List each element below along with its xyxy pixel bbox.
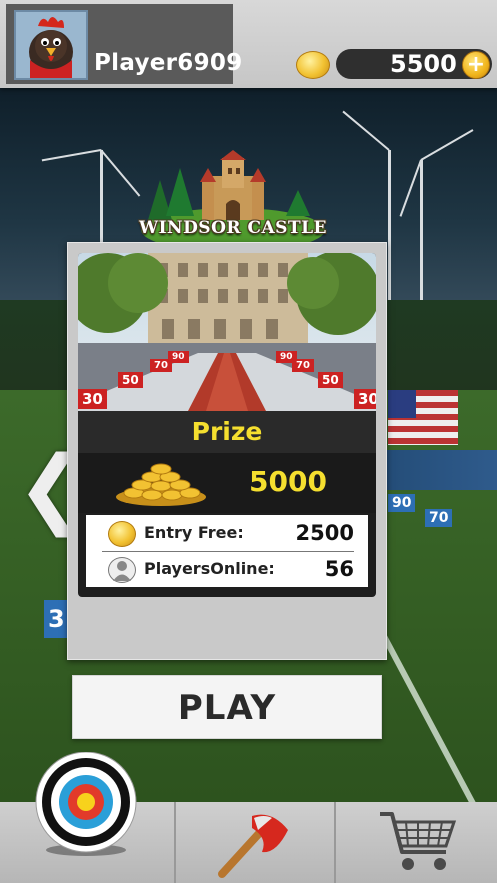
chevron-left-icon[interactable]: ❮ — [16, 440, 88, 536]
players-online-value: 56 — [324, 557, 354, 581]
lane-marker: 30 — [354, 389, 376, 409]
nav-item-shop[interactable] — [336, 802, 497, 883]
flag — [388, 390, 458, 445]
coin-balance: 5500 — [390, 50, 457, 78]
prize-header: Prize — [78, 411, 376, 453]
card-content: 30 50 70 90 90 70 50 30 Prize 5000 Entry… — [78, 253, 376, 597]
field-marker: 3 — [44, 600, 69, 638]
entry-fee-label: Entry Free: — [144, 523, 244, 542]
gold-coin-icon — [108, 521, 136, 547]
lane-marker: 50 — [318, 372, 343, 388]
players-online-label: PlayersOnline: — [144, 559, 275, 578]
plus-icon[interactable]: + — [462, 51, 490, 79]
player-name: Player6909 — [94, 50, 243, 76]
venue-title: WINDSOR CASTLE — [138, 218, 327, 238]
nav-item-axe[interactable] — [176, 802, 336, 883]
entry-fee-value: 2500 — [295, 521, 354, 545]
tournament-card[interactable]: 30 50 70 90 90 70 50 30 Prize 5000 Entry… — [67, 242, 387, 660]
axe-icon — [218, 814, 288, 878]
person-icon — [108, 557, 136, 583]
prize-amount: 5000 — [249, 465, 327, 498]
gold-coin-icon — [296, 51, 330, 79]
rooster-avatar[interactable] — [14, 10, 88, 80]
play-button[interactable]: PLAY — [72, 675, 382, 739]
top-bar: Player6909 5500 + — [0, 0, 497, 88]
player-panel[interactable]: Player6909 — [6, 4, 242, 84]
shopping-cart-icon — [380, 812, 457, 870]
coin-pile-icon — [114, 457, 208, 507]
lane-marker: 70 — [292, 359, 314, 372]
banner-strip — [385, 450, 497, 490]
entry-fee-row: Entry Free: 2500 — [86, 515, 368, 551]
prize-amount-row: 5000 — [78, 453, 376, 513]
players-online-row: PlayersOnline: 56 — [86, 551, 368, 587]
field-marker: 90 — [388, 494, 416, 512]
lane-marker: 90 — [168, 351, 189, 363]
lane-marker: 30 — [78, 389, 107, 409]
lane-marker: 50 — [118, 372, 143, 388]
tournament-details: Entry Free: 2500 PlayersOnline: 56 — [86, 515, 368, 587]
field-marker: 70 — [425, 509, 453, 527]
venue-preview-image: 30 50 70 90 90 70 50 30 — [78, 253, 376, 411]
target-icon[interactable] — [34, 751, 138, 856]
prize-label: Prize — [191, 417, 263, 446]
